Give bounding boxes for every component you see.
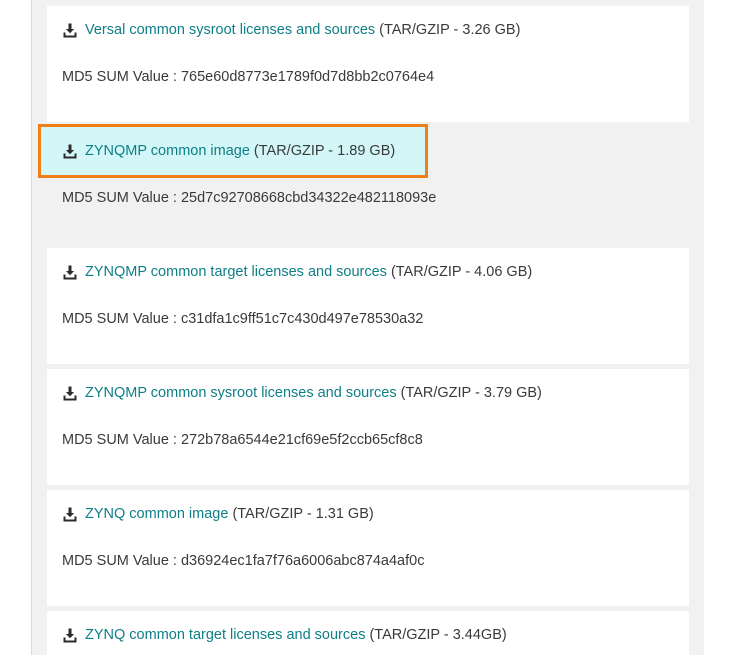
download-link[interactable]: ZYNQ common target licenses and sources [85, 627, 365, 643]
md5-value: d36924ec1fa7f76a6006abc874a4af0c [180, 553, 425, 569]
download-link[interactable]: Versal common sysroot licenses and sourc… [85, 22, 375, 38]
file-meta: (TAR/GZIP - 4.06 GB) [390, 264, 533, 280]
md5-separator: : [172, 190, 177, 206]
download-link[interactable]: ZYNQMP common image [85, 143, 250, 159]
md5-value: 765e60d8773e1789f0d7d8bb2c0764e4 [180, 69, 435, 85]
download-link-row[interactable]: Versal common sysroot licenses and sourc… [62, 19, 520, 41]
download-link[interactable]: ZYNQMP common sysroot licenses and sourc… [85, 385, 397, 401]
download-icon [63, 265, 77, 280]
md5-label: MD5 SUM Value [62, 190, 169, 206]
md5-label: MD5 SUM Value [62, 432, 169, 448]
md5-row: MD5 SUM Value : 765e60d8773e1789f0d7d8bb… [62, 67, 434, 87]
download-link-row[interactable]: ZYNQ common target licenses and sources … [62, 624, 507, 646]
md5-value: c31dfa1c9ff51c7c430d497e78530a32 [180, 311, 424, 327]
md5-value: 25d7c92708668cbd34322e482118093e [180, 190, 437, 206]
download-icon [63, 628, 77, 643]
download-link-row[interactable]: ZYNQMP common target licenses and source… [62, 261, 532, 283]
download-link-row[interactable]: ZYNQMP common sysroot licenses and sourc… [62, 382, 542, 404]
md5-row: MD5 SUM Value : c31dfa1c9ff51c7c430d497e… [62, 309, 423, 329]
downloads-page: Versal common sysroot licenses and sourc… [0, 0, 737, 655]
md5-label: MD5 SUM Value [62, 69, 169, 85]
md5-row: MD5 SUM Value : 272b78a6544e21cf69e5f2cc… [62, 430, 423, 450]
file-meta: (TAR/GZIP - 1.31 GB) [232, 506, 374, 522]
md5-separator: : [172, 553, 177, 569]
download-link-row[interactable]: ZYNQ common image (TAR/GZIP - 1.31 GB) [62, 503, 374, 525]
md5-value: 272b78a6544e21cf69e5f2ccb65cf8c8 [180, 432, 423, 448]
md5-row: MD5 SUM Value : 25d7c92708668cbd34322e48… [62, 188, 436, 208]
md5-separator: : [172, 432, 177, 448]
download-link[interactable]: ZYNQMP common target licenses and source… [85, 264, 387, 280]
download-icon [63, 386, 77, 401]
file-meta: (TAR/GZIP - 3.44GB) [369, 627, 507, 643]
download-icon [63, 23, 77, 38]
md5-separator: : [172, 69, 177, 85]
md5-row: MD5 SUM Value : d36924ec1fa7f76a6006abc8… [62, 551, 424, 571]
download-icon [63, 144, 77, 159]
file-meta: (TAR/GZIP - 3.26 GB) [379, 22, 521, 38]
md5-separator: : [172, 311, 177, 327]
download-link[interactable]: ZYNQ common image [85, 506, 228, 522]
download-icon [63, 507, 77, 522]
file-meta: (TAR/GZIP - 1.89 GB) [253, 143, 396, 159]
download-link-row[interactable]: ZYNQMP common image (TAR/GZIP - 1.89 GB) [62, 140, 395, 162]
md5-label: MD5 SUM Value [62, 553, 169, 569]
md5-label: MD5 SUM Value [62, 311, 169, 327]
file-meta: (TAR/GZIP - 3.79 GB) [400, 385, 542, 401]
